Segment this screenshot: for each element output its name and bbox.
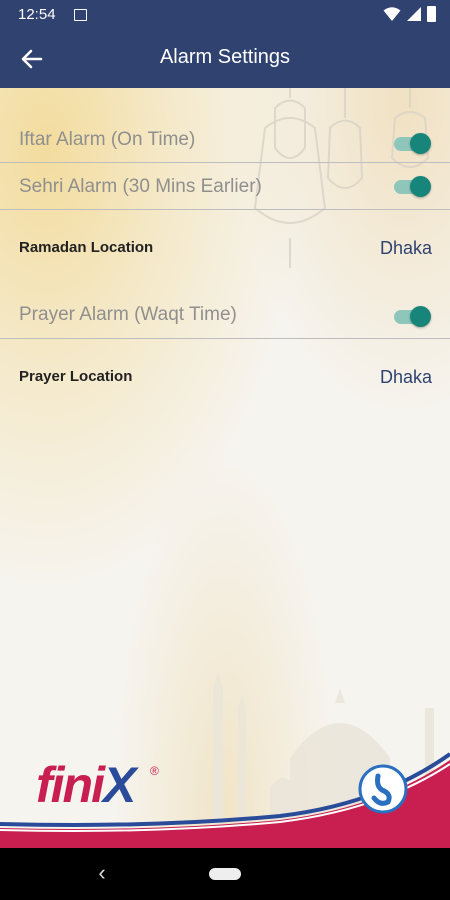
iftar-alarm-toggle[interactable] [392, 132, 431, 154]
ramadan-location-row[interactable]: Ramadan Location Dhaka [0, 210, 450, 282]
logo-main-text: fini [36, 757, 105, 813]
settings-content: Iftar Alarm (On Time) Sehri Alarm (30 Mi… [0, 88, 450, 848]
battery-icon [427, 6, 436, 22]
system-nav-bar: ‹ [0, 848, 450, 900]
prayer-location-value[interactable]: Dhaka [380, 367, 432, 388]
home-pill-icon[interactable] [209, 868, 241, 880]
page-title: Alarm Settings [159, 46, 291, 68]
status-time: 12:54 [18, 6, 56, 23]
image-icon [74, 9, 87, 21]
status-bar: 12:54 [0, 0, 450, 30]
prayer-alarm-toggle[interactable] [392, 305, 431, 327]
stomach-badge-icon [358, 764, 408, 814]
toggle-thumb [410, 306, 431, 327]
wifi-icon [383, 7, 401, 21]
sehri-alarm-label: Sehri Alarm (30 Mins Earlier) [19, 176, 262, 197]
sehri-alarm-toggle[interactable] [392, 175, 431, 197]
finix-logo: finiX [36, 756, 136, 814]
toggle-thumb [410, 133, 431, 154]
ramadan-location-label: Ramadan Location [19, 239, 154, 256]
status-icons [383, 6, 436, 22]
signal-icon [407, 7, 421, 21]
ramadan-location-value[interactable]: Dhaka [380, 238, 432, 259]
prayer-location-row[interactable]: Prayer Location Dhaka [0, 339, 450, 411]
sehri-alarm-row[interactable]: Sehri Alarm (30 Mins Earlier) [0, 163, 450, 209]
toggle-thumb [410, 176, 431, 197]
iftar-alarm-label: Iftar Alarm (On Time) [19, 129, 196, 150]
app-bar: Alarm Settings [0, 30, 450, 88]
prayer-alarm-row[interactable]: Prayer Alarm (Waqt Time) [0, 282, 450, 338]
registered-mark: ® [150, 764, 159, 778]
chevron-left-icon[interactable]: ‹ [92, 862, 112, 884]
logo-x-text: X [102, 757, 136, 813]
iftar-alarm-row[interactable]: Iftar Alarm (On Time) [0, 88, 450, 162]
prayer-location-label: Prayer Location [19, 368, 133, 385]
prayer-alarm-label: Prayer Alarm (Waqt Time) [19, 304, 237, 325]
